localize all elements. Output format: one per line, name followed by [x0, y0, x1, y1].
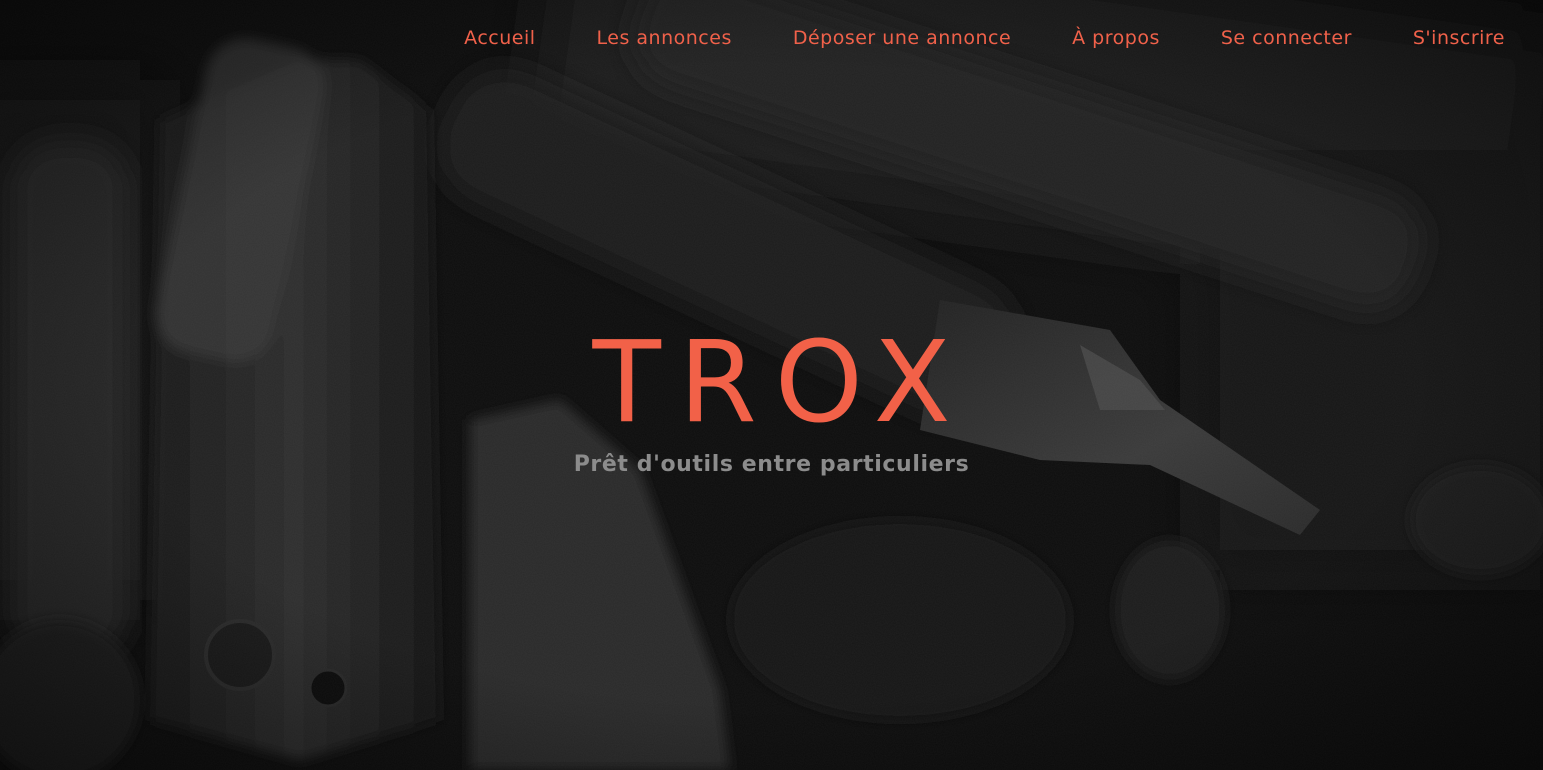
- nav-link-s-inscrire[interactable]: S'inscrire: [1413, 27, 1505, 49]
- nav-link-annonces[interactable]: Les annonces: [597, 27, 732, 49]
- brand-title: TROX: [592, 318, 969, 448]
- nav-link-se-connecter[interactable]: Se connecter: [1221, 27, 1352, 49]
- hero-brand: TROX Prêt d'outils entre particuliers: [0, 318, 1543, 477]
- nav-link-a-propos[interactable]: À propos: [1072, 27, 1160, 49]
- brand-subtitle: Prêt d'outils entre particuliers: [573, 452, 970, 477]
- main-nav: Accueil Les annonces Déposer une annonce…: [464, 27, 1505, 49]
- nav-link-accueil[interactable]: Accueil: [464, 27, 535, 49]
- hero-section: Accueil Les annonces Déposer une annonce…: [0, 0, 1543, 770]
- nav-link-deposer-annonce[interactable]: Déposer une annonce: [793, 27, 1011, 49]
